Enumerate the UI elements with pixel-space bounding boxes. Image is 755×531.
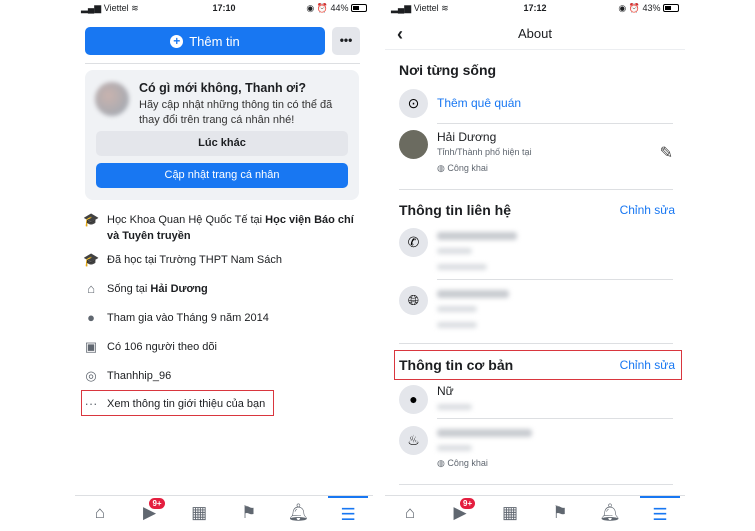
- info-joined: ● Tham gia vào Tháng 9 năm 2014: [83, 310, 368, 326]
- status-bar: ▂▄▆ Viettel ≋ 17:10 ◉ ⏰ 44%: [75, 0, 373, 16]
- carrier: ▂▄▆ Viettel ≋: [81, 2, 139, 13]
- nav-watch[interactable]: ▶ 9+: [129, 496, 169, 529]
- city-label: Tỉnh/Thành phố hiện tại: [437, 147, 532, 157]
- nav-marketplace[interactable]: ▦: [490, 496, 530, 529]
- menu-icon: ☰: [340, 504, 356, 524]
- instagram-icon: ◎: [85, 368, 97, 383]
- header: ‹ About: [385, 22, 685, 50]
- city-name: Hải Dương: [437, 130, 497, 144]
- update-prompt-card: Có gì mới không, Thanh ơi? Hãy cập nhật …: [85, 70, 359, 200]
- graduation-cap-icon: 🎓: [83, 212, 100, 227]
- home-icon: ⌂: [94, 502, 105, 522]
- nav-notifications[interactable]: 🔔︎: [278, 496, 318, 529]
- phone-number-blurred: [437, 232, 517, 240]
- bottom-nav: ⌂ ▶ 9+ ▦ ⚑ 🔔︎ ☰: [385, 495, 685, 528]
- info-lives-in: ⌂ Sống tại Hải Dương: [83, 281, 368, 297]
- home-icon: ⌂: [87, 281, 95, 296]
- privacy-public: ◍ Công khai: [437, 458, 488, 468]
- add-story-button[interactable]: + Thêm tin: [85, 27, 325, 55]
- shop-icon: ▦: [191, 502, 208, 522]
- blurred-text: [437, 248, 472, 254]
- flag-icon: ⚑: [552, 502, 568, 522]
- info-followers: ▣ Có 106 người theo dõi: [84, 339, 217, 354]
- status-bar: ▂▄▆ Viettel ≋ 17:12 ◉ ⏰ 43%: [385, 0, 685, 16]
- privacy-public: ◍ Công khai: [437, 163, 488, 173]
- see-about-link[interactable]: ··· Xem thông tin giới thiệu của bạn: [83, 396, 368, 412]
- info-education-highschool: 🎓 Đã học tại Trường THPT Nam Sách: [83, 252, 282, 267]
- add-hometown-link[interactable]: Thêm quê quán: [437, 96, 521, 110]
- page-title: About: [518, 26, 552, 41]
- globe-icon: ◍: [437, 163, 445, 173]
- blurred-text: [437, 264, 487, 270]
- city-photo: [399, 130, 428, 159]
- nav-notifications[interactable]: 🔔︎: [590, 496, 630, 529]
- bottom-nav: ⌂ ▶ 9+ ▦ ⚑ 🔔︎ ☰: [75, 495, 373, 528]
- birthday-blurred: [437, 429, 532, 437]
- plus-icon: +: [170, 34, 184, 48]
- update-profile-button[interactable]: Cập nhật trang cá nhân: [96, 163, 348, 188]
- nav-menu[interactable]: ☰: [328, 495, 369, 529]
- home-icon: ⌂: [404, 502, 416, 522]
- location-pin-icon: ⊙: [399, 89, 428, 118]
- birthday-cake-icon: ♨: [399, 426, 428, 455]
- pencil-icon[interactable]: ✎: [660, 143, 673, 163]
- followers-icon: ▣: [84, 339, 98, 354]
- notification-badge: 9+: [149, 497, 165, 509]
- basic-info-heading: Thông tin cơ bản: [399, 357, 514, 373]
- battery: ◉ ⏰ 44%: [306, 3, 367, 14]
- battery: ◉ ⏰ 43%: [618, 3, 679, 14]
- phone-icon: ✆: [399, 228, 428, 257]
- nav-home[interactable]: ⌂: [390, 496, 430, 529]
- blurred-text: [437, 306, 477, 312]
- contact-heading: Thông tin liên hệ: [399, 202, 511, 218]
- contact-edit-link[interactable]: Chỉnh sửa: [620, 203, 675, 217]
- basic-info-edit-link[interactable]: Chỉnh sửa: [620, 358, 675, 372]
- about-screen: ▂▄▆ Viettel ≋ 17:12 ◉ ⏰ 43% ‹ About Nơi …: [385, 0, 685, 528]
- flag-icon: ⚑: [241, 502, 257, 522]
- clock: 17:12: [523, 3, 547, 13]
- clock: 17:10: [212, 3, 236, 13]
- blurred-text: [437, 322, 477, 328]
- blurred-text: [437, 445, 472, 451]
- bell-icon: 🔔︎: [599, 502, 621, 522]
- nav-pages[interactable]: ⚑: [540, 496, 580, 529]
- bell-icon: 🔔︎: [287, 502, 310, 522]
- later-button[interactable]: Lúc khác: [96, 131, 348, 156]
- nav-menu[interactable]: ☰: [640, 495, 680, 529]
- info-instagram[interactable]: ◎ Thanhhip_96: [83, 368, 368, 384]
- clock-icon: ●: [87, 310, 95, 325]
- prompt-title: Có gì mới không, Thanh ơi?: [139, 81, 307, 95]
- info-education-university: 🎓 Học Khoa Quan Hệ Quốc Tế tại Học viện B…: [83, 212, 354, 242]
- blurred-text: [437, 404, 472, 410]
- graduation-cap-icon: 🎓: [83, 252, 100, 267]
- menu-icon: ☰: [652, 504, 668, 524]
- nav-home[interactable]: ⌂: [80, 496, 120, 529]
- globe-icon: 🌐︎: [399, 286, 428, 315]
- carrier: ▂▄▆ Viettel ≋: [391, 2, 449, 13]
- nav-watch[interactable]: ▶ 9+: [440, 496, 480, 529]
- shop-icon: ▦: [501, 502, 519, 522]
- add-story-label: Thêm tin: [189, 33, 240, 49]
- more-dots-icon: ···: [84, 396, 98, 411]
- prompt-subtitle: Hãy cập nhật những thông tin có thể đã t…: [139, 99, 333, 126]
- nav-pages[interactable]: ⚑: [229, 496, 269, 529]
- gender-value: Nữ: [437, 384, 454, 398]
- notification-badge: 9+: [460, 497, 476, 509]
- nav-marketplace[interactable]: ▦: [179, 496, 219, 529]
- more-button[interactable]: •••: [332, 27, 360, 55]
- person-icon: ●: [399, 385, 428, 414]
- avatar: [95, 82, 129, 116]
- globe-icon: ◍: [437, 458, 445, 468]
- website-blurred: [437, 290, 509, 298]
- places-heading: Nơi từng sống: [399, 62, 497, 78]
- profile-screen: ▂▄▆ Viettel ≋ 17:10 ◉ ⏰ 44% + Thêm tin •…: [75, 0, 373, 528]
